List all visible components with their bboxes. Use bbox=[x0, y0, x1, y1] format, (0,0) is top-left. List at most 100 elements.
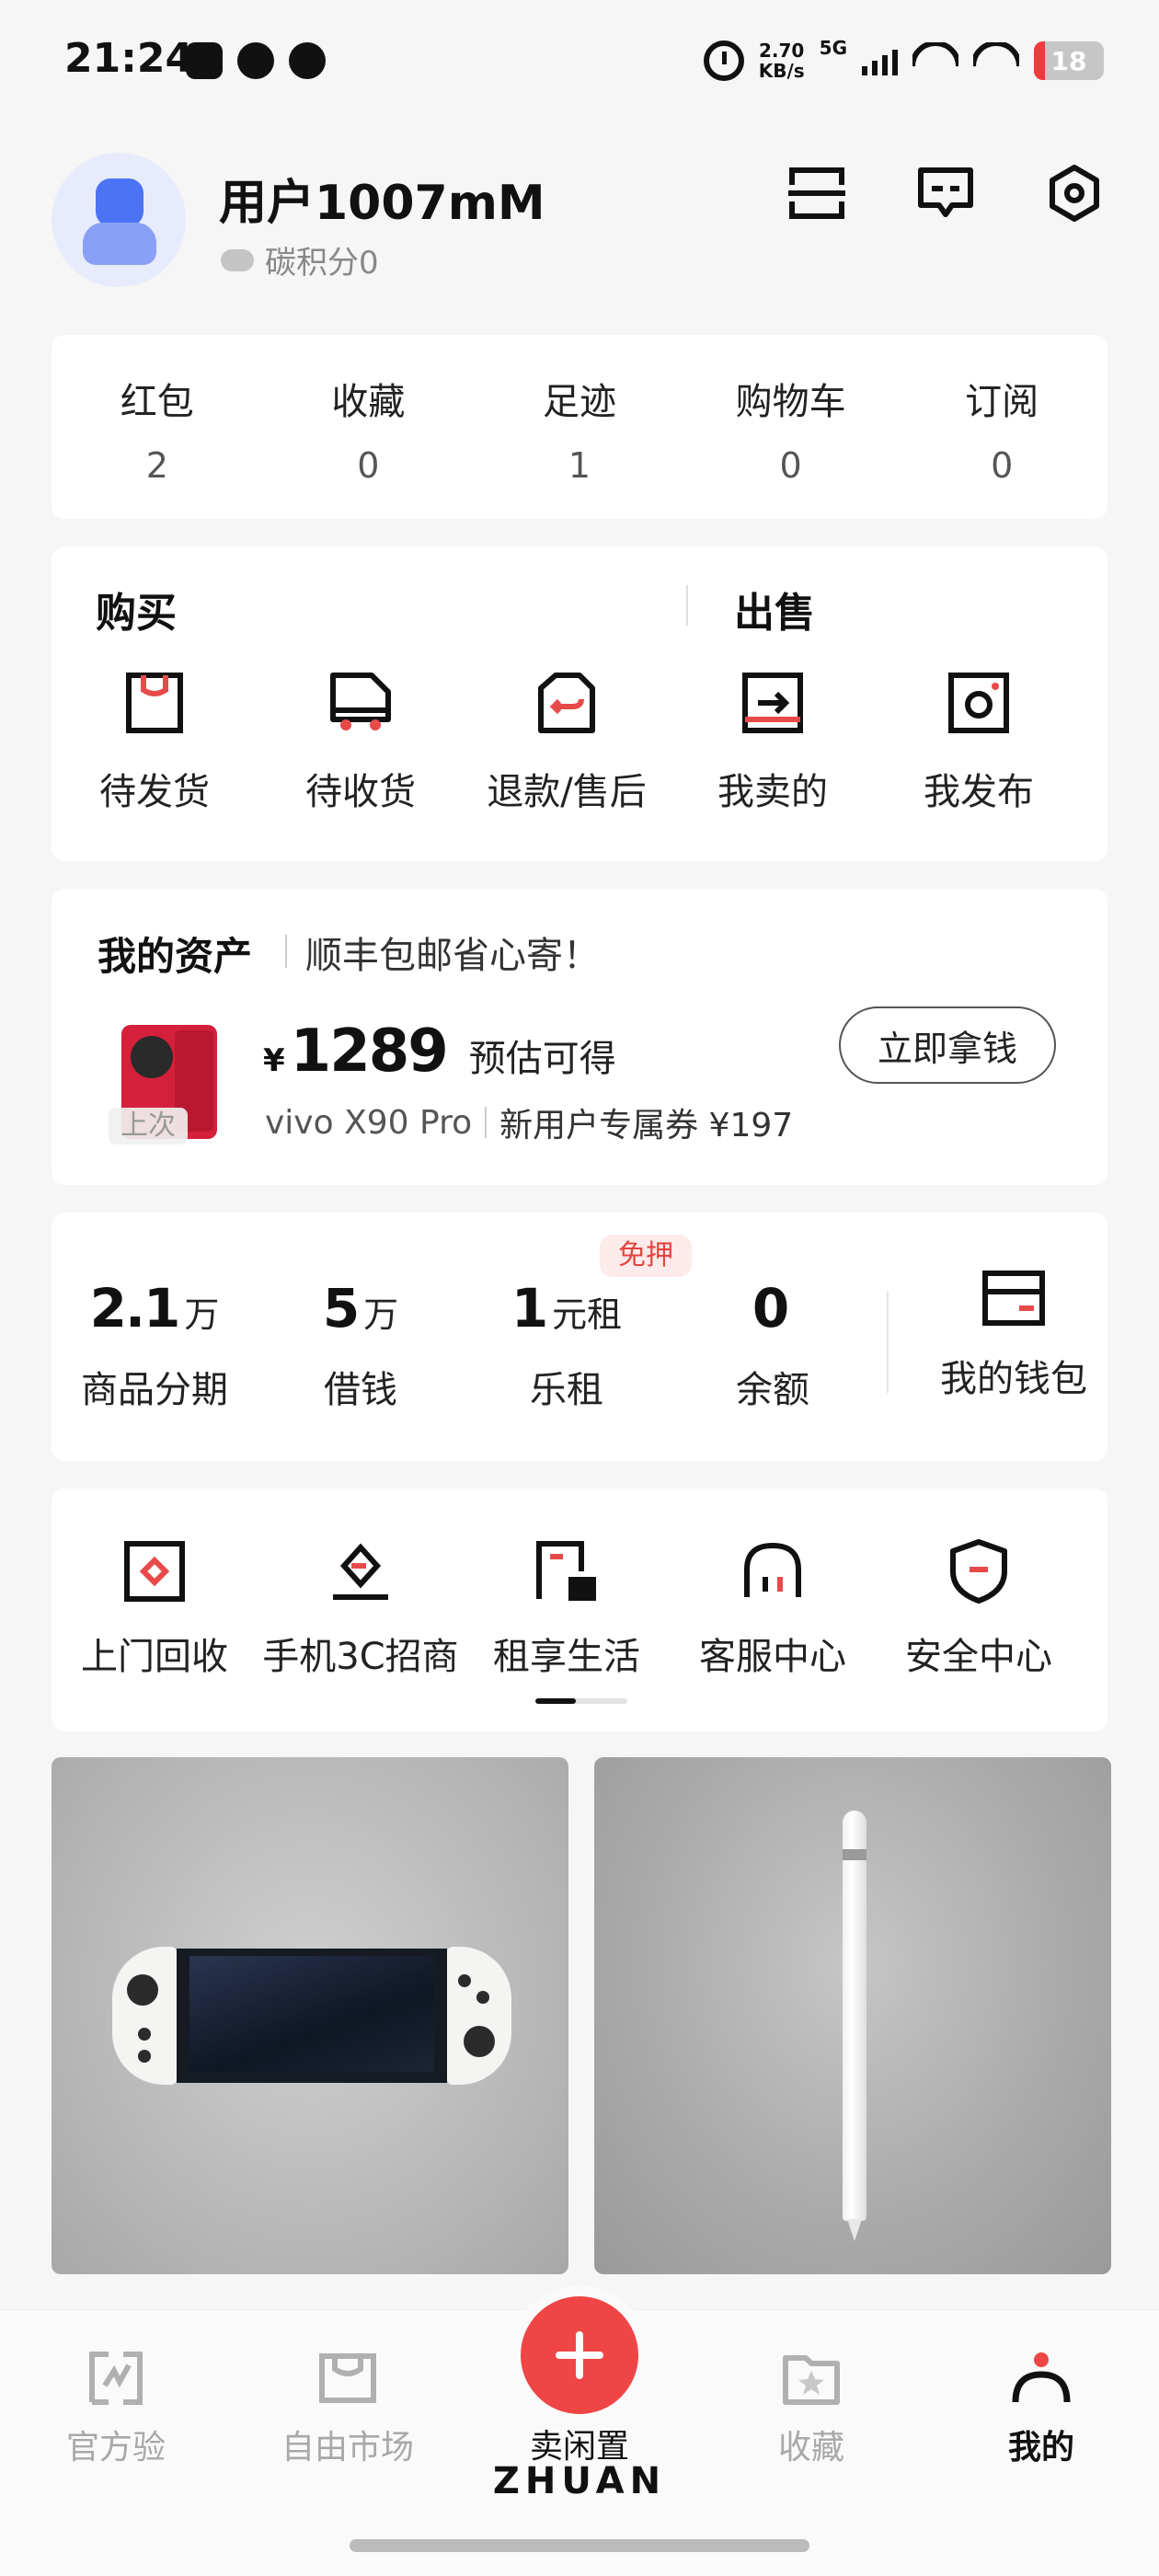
service-label: 租享生活 bbox=[493, 1636, 640, 1678]
avatar-body bbox=[83, 223, 156, 265]
product-card-switch[interactable] bbox=[52, 1757, 568, 2274]
avatar-head bbox=[96, 178, 143, 226]
stat-value: 0 bbox=[779, 445, 802, 486]
service-customer-center[interactable]: 客服中心 bbox=[670, 1535, 876, 1680]
my-wallet[interactable]: 我的钱包 bbox=[920, 1268, 1107, 1402]
stat-cart[interactable]: 购物车 0 bbox=[685, 335, 897, 519]
finance-installment[interactable]: 2.1 万 商品分期 bbox=[52, 1277, 258, 1413]
stat-footprints[interactable]: 足迹 1 bbox=[474, 335, 685, 519]
sell-idle-button[interactable] bbox=[521, 2296, 638, 2414]
stat-label: 购物车 bbox=[735, 381, 846, 423]
nav-favorites[interactable]: 收藏 bbox=[719, 2345, 903, 2468]
stat-subscriptions[interactable]: 订阅 0 bbox=[896, 335, 1107, 519]
finance-value: 5 bbox=[322, 1277, 360, 1340]
section-divider bbox=[686, 585, 688, 626]
service-label: 手机3C招商 bbox=[262, 1636, 459, 1678]
finance-unit: 元租 bbox=[552, 1294, 623, 1335]
rent-icon bbox=[536, 1541, 596, 1601]
console-screen bbox=[177, 1949, 447, 2083]
face-button-dot bbox=[458, 1974, 471, 1987]
username[interactable]: 用户1007mM bbox=[219, 164, 545, 233]
service-label: 上门回收 bbox=[81, 1636, 228, 1678]
scan-button[interactable] bbox=[780, 156, 854, 230]
network-speed-unit: KB/s bbox=[758, 60, 805, 82]
nav-label: 收藏 bbox=[777, 2429, 844, 2467]
nav-mine[interactable]: 我的 bbox=[949, 2345, 1133, 2468]
network-type: 5G bbox=[819, 37, 847, 59]
headset-icon bbox=[744, 1542, 801, 1597]
return-icon bbox=[538, 673, 595, 733]
order-to-ship[interactable]: 待发货 bbox=[52, 666, 258, 815]
sell-section-title: 出售 bbox=[734, 590, 815, 637]
wallet-label: 我的钱包 bbox=[940, 1358, 1087, 1400]
order-label: 待发货 bbox=[99, 771, 210, 813]
plus-icon bbox=[556, 2331, 603, 2379]
shield-icon bbox=[950, 1539, 1007, 1604]
status-time: 21:24 bbox=[64, 35, 194, 82]
finance-borrow[interactable]: 5万 借钱 bbox=[258, 1277, 464, 1413]
joycon-left bbox=[112, 1947, 177, 2085]
assets-card: 我的资产 顺丰包邮省心寄！ 上次 ¥ 1289 预估可得 vivo X90 Pr… bbox=[52, 889, 1107, 1185]
dpad-dot bbox=[138, 2050, 151, 2063]
service-recycle[interactable]: 上门回收 bbox=[52, 1535, 258, 1680]
service-merchant[interactable]: 手机3C招商 bbox=[258, 1535, 464, 1680]
stat-label: 收藏 bbox=[331, 381, 406, 423]
nav-official-verify[interactable]: 官方验 bbox=[24, 2345, 208, 2468]
message-button[interactable] bbox=[909, 156, 982, 230]
order-refund[interactable]: 退款/售后 bbox=[464, 666, 670, 815]
services-pager bbox=[535, 1698, 627, 1704]
wechat-icon bbox=[237, 42, 274, 79]
message-icon bbox=[918, 167, 973, 217]
finance-card: 2.1 万 商品分期 5万 借钱 免押 1 元租 乐租 0 余额 我的钱包 bbox=[52, 1213, 1107, 1461]
finance-label: 借钱 bbox=[324, 1369, 397, 1411]
recycle-icon bbox=[124, 1541, 185, 1602]
order-label: 我发布 bbox=[924, 771, 1034, 813]
alarm-icon bbox=[703, 40, 744, 81]
home-indicator[interactable] bbox=[350, 2539, 809, 2552]
avatar[interactable] bbox=[52, 153, 186, 287]
profile-icon bbox=[1012, 2352, 1071, 2403]
dpad-dot bbox=[138, 2028, 151, 2041]
finance-balance[interactable]: 0 余额 bbox=[670, 1277, 876, 1413]
joycon-right bbox=[447, 1947, 511, 2085]
sold-icon bbox=[742, 673, 803, 733]
market-icon bbox=[319, 2353, 376, 2403]
services-card: 上门回收 手机3C招商 租享生活 客服中心 安全中心 bbox=[52, 1489, 1107, 1731]
service-label: 客服中心 bbox=[699, 1636, 846, 1678]
service-security-center[interactable]: 安全中心 bbox=[876, 1535, 1082, 1680]
verify-icon bbox=[89, 2352, 143, 2405]
finance-label: 商品分期 bbox=[81, 1369, 228, 1411]
stat-value: 2 bbox=[145, 445, 168, 486]
product-card-pencil[interactable] bbox=[594, 1757, 1111, 2274]
finance-value: 2.1 bbox=[89, 1277, 181, 1340]
nav-label: 官方验 bbox=[65, 2429, 166, 2467]
status-bar: 21:24 2.70 KB/s 5G 18 bbox=[0, 0, 1159, 120]
order-my-published[interactable]: 我发布 bbox=[876, 666, 1082, 815]
left-stick bbox=[127, 1974, 158, 2006]
finance-unit: 万 bbox=[184, 1294, 220, 1335]
estimated-price: ¥ 1289 预估可得 bbox=[263, 1018, 616, 1086]
service-rent-life[interactable]: 租享生活 bbox=[464, 1535, 670, 1680]
nav-label: 自由市场 bbox=[281, 2429, 414, 2467]
product-image-switch bbox=[112, 1947, 511, 2085]
order-label: 待收货 bbox=[305, 771, 416, 813]
scan-icon bbox=[788, 167, 845, 219]
nav-free-market[interactable]: 自由市场 bbox=[256, 2345, 440, 2468]
order-my-sold[interactable]: 我卖的 bbox=[670, 666, 876, 815]
finance-rent[interactable]: 1 元租 乐租 bbox=[464, 1277, 670, 1413]
stat-red-packet[interactable]: 红包 2 bbox=[52, 335, 263, 519]
wifi-icon-2 bbox=[973, 42, 1019, 79]
finance-unit: 万 bbox=[363, 1294, 399, 1335]
model-divider bbox=[485, 1107, 488, 1138]
order-to-receive[interactable]: 待收货 bbox=[258, 666, 464, 815]
right-stick bbox=[464, 2026, 495, 2057]
get-money-button[interactable]: 立即拿钱 bbox=[839, 1006, 1056, 1084]
settings-button[interactable] bbox=[1038, 156, 1111, 230]
pencil-tip bbox=[847, 2219, 862, 2241]
signal-icon bbox=[862, 46, 898, 75]
stat-favorites[interactable]: 收藏 0 bbox=[263, 335, 475, 519]
finance-value: 0 bbox=[752, 1277, 789, 1340]
carbon-credits[interactable]: 碳积分0 bbox=[221, 237, 379, 282]
settings-icon bbox=[1050, 165, 1099, 222]
product-image-pencil bbox=[843, 1811, 866, 2241]
